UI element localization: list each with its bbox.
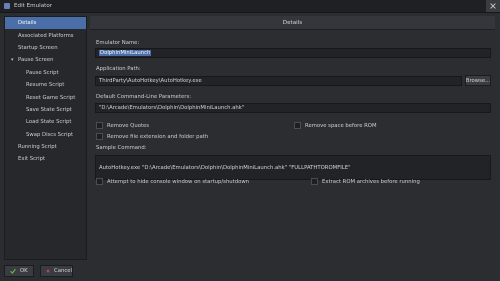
cancel-button[interactable]: Cancel bbox=[40, 265, 73, 277]
checkbox-box[interactable] bbox=[96, 178, 103, 185]
checkmark-icon bbox=[10, 268, 16, 274]
checkbox-label: Remove space before ROM bbox=[305, 122, 377, 129]
sidebar-item-label: Exit Script bbox=[18, 156, 46, 163]
app-icon bbox=[4, 3, 10, 9]
title-bar: Edit Emulator bbox=[0, 0, 500, 13]
sidebar-item-label: Details bbox=[18, 20, 37, 27]
sidebar-item-label: Reset Game Script bbox=[26, 94, 76, 101]
window-title: Edit Emulator bbox=[14, 3, 53, 9]
application-path-value: ThirdParty\AutoHotkey\AutoHotkey.exe bbox=[99, 78, 202, 84]
emulator-name-value: DolphinMiniLaunch bbox=[99, 50, 152, 56]
sample-command-box: AutoHotkey.exe "D:\Arcade\Emulators\Dolp… bbox=[95, 155, 491, 180]
panel-title: Details bbox=[282, 19, 303, 26]
panel-header: Details bbox=[90, 16, 495, 30]
checkbox-label: Extract ROM archives before running bbox=[322, 178, 420, 185]
emulator-name-label: Emulator Name: bbox=[96, 40, 140, 46]
sidebar-item-load-state-script[interactable]: Load State Script bbox=[5, 116, 86, 128]
details-panel: Details Emulator Name: DolphinMiniLaunch… bbox=[90, 16, 495, 258]
sample-command-value: AutoHotkey.exe "D:\Arcade\Emulators\Dolp… bbox=[99, 164, 351, 171]
remove-extension-checkbox[interactable]: Remove file extension and folder path bbox=[96, 133, 208, 140]
extract-rom-checkbox[interactable]: Extract ROM archives before running bbox=[311, 178, 420, 185]
emulator-name-input[interactable]: DolphinMiniLaunch bbox=[95, 48, 491, 58]
sidebar-item-save-state-script[interactable]: Save State Script bbox=[5, 104, 86, 116]
checkbox-label: Remove file extension and folder path bbox=[107, 133, 209, 140]
cancel-button-label: Cancel bbox=[54, 268, 72, 274]
sidebar-item-label: Associated Platforms bbox=[18, 32, 74, 39]
browse-button-label: Browse... bbox=[465, 77, 491, 84]
sidebar-item-running-script[interactable]: Running Script bbox=[5, 141, 86, 153]
dialog-footer: OK Cancel bbox=[0, 262, 500, 281]
checkbox-box[interactable] bbox=[96, 122, 103, 129]
sidebar-item-exit-script[interactable]: Exit Script bbox=[5, 153, 86, 165]
application-path-input[interactable]: ThirdParty\AutoHotkey\AutoHotkey.exe bbox=[95, 76, 462, 86]
checkbox-box[interactable] bbox=[311, 178, 318, 185]
application-path-label: Application Path: bbox=[96, 66, 141, 72]
sidebar-item-reset-game-script[interactable]: Reset Game Script bbox=[5, 91, 86, 103]
browse-button[interactable]: Browse... bbox=[465, 75, 491, 86]
checkbox-box[interactable] bbox=[294, 122, 301, 129]
checkbox-box[interactable] bbox=[96, 133, 103, 140]
ok-button-label: OK bbox=[20, 268, 28, 274]
remove-quotes-checkbox[interactable]: Remove Quotes bbox=[96, 122, 149, 129]
sidebar-item-label: Pause Script bbox=[26, 69, 59, 76]
sidebar-item-details[interactable]: Details bbox=[5, 17, 86, 30]
parameters-label: Default Command-Line Parameters: bbox=[96, 94, 191, 100]
parameters-input[interactable]: "D:\Arcade\Emulators\Dolphin\DolphinMini… bbox=[95, 103, 491, 113]
sample-command-label: Sample Command: bbox=[96, 145, 147, 151]
parameters-value: "D:\Arcade\Emulators\Dolphin\DolphinMini… bbox=[99, 105, 245, 111]
sidebar-item-label: Startup Screen bbox=[18, 44, 58, 51]
sidebar-item-label: Load State Script bbox=[26, 119, 72, 126]
close-button[interactable] bbox=[486, 0, 500, 12]
ok-button[interactable]: OK bbox=[4, 265, 34, 277]
expand-arrow-icon[interactable]: ▾ bbox=[11, 57, 14, 63]
sidebar-item-label: Resume Script bbox=[26, 82, 65, 89]
window-controls bbox=[486, 0, 500, 12]
remove-space-checkbox[interactable]: Remove space before ROM bbox=[294, 122, 377, 129]
sidebar-item-pause-screen[interactable]: ▾ Pause Screen bbox=[5, 54, 86, 66]
sidebar: Details Associated Platforms Startup Scr… bbox=[4, 16, 87, 260]
sidebar-item-pause-script[interactable]: Pause Script bbox=[5, 67, 86, 79]
cancel-icon bbox=[46, 269, 50, 273]
sidebar-item-label: Swap Discs Script bbox=[26, 131, 74, 138]
sidebar-item-label: Pause Screen bbox=[18, 57, 54, 64]
sidebar-item-resume-script[interactable]: Resume Script bbox=[5, 79, 86, 91]
checkbox-label: Attempt to hide console window on startu… bbox=[107, 178, 250, 185]
sidebar-item-associated-platforms[interactable]: Associated Platforms bbox=[5, 29, 86, 41]
close-icon bbox=[490, 3, 496, 9]
hide-console-checkbox[interactable]: Attempt to hide console window on startu… bbox=[96, 178, 249, 185]
checkbox-label: Remove Quotes bbox=[107, 122, 150, 129]
sidebar-item-swap-discs-script[interactable]: Swap Discs Script bbox=[5, 129, 86, 141]
sidebar-item-label: Save State Script bbox=[26, 106, 72, 113]
sidebar-item-startup-screen[interactable]: Startup Screen bbox=[5, 42, 86, 54]
sidebar-item-label: Running Script bbox=[18, 144, 57, 151]
